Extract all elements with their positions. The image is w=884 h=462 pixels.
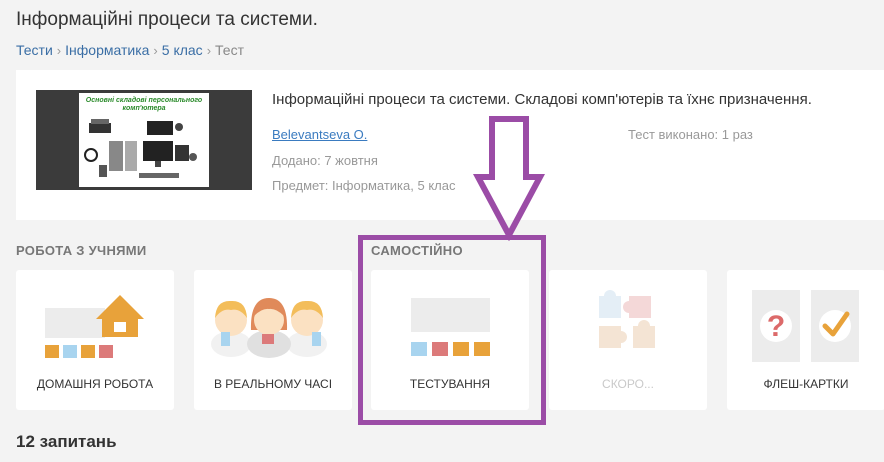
testing-highlight-frame bbox=[358, 235, 546, 425]
added-date: Додано: 7 жовтня bbox=[272, 153, 378, 168]
puzzle-icon bbox=[599, 290, 655, 348]
svg-text:?: ? bbox=[767, 310, 785, 343]
arrow-down-icon bbox=[472, 116, 546, 241]
students-icon bbox=[211, 298, 327, 358]
breadcrumb-separator: › bbox=[153, 42, 158, 58]
coming-soon-tile: СКОРО... bbox=[549, 270, 707, 410]
flashcards-icon: ? bbox=[752, 290, 859, 362]
breadcrumb: Тести › Інформатика › 5 клас › Тест bbox=[16, 42, 244, 58]
test-thumbnail[interactable]: Основні складові персонального комп'ютер… bbox=[36, 90, 252, 190]
flashcards-label: ФЛЕШ-КАРТКИ bbox=[763, 377, 849, 391]
breadcrumb-current: Тест bbox=[215, 42, 244, 58]
thumbnail-title: Основні складові персонального комп'ютер… bbox=[85, 97, 203, 112]
homework-label: ДОМАШНЯ РОБОТА bbox=[36, 377, 154, 391]
coming-soon-label: СКОРО... bbox=[602, 377, 654, 391]
test-title: Інформаційні процеси та системи. Складов… bbox=[272, 91, 812, 108]
breadcrumb-informatics[interactable]: Інформатика bbox=[65, 42, 149, 58]
test-info-card: Основні складові персонального комп'ютер… bbox=[16, 70, 884, 220]
questions-count: 12 запитань bbox=[16, 432, 117, 451]
realtime-label: В РЕАЛЬНОМУ ЧАСІ bbox=[213, 377, 333, 391]
breadcrumb-separator: › bbox=[56, 42, 62, 58]
breadcrumb-tests[interactable]: Тести bbox=[16, 42, 53, 58]
page-title: Інформаційні процеси та системи. bbox=[16, 9, 318, 30]
completed-count: Тест виконано: 1 раз bbox=[628, 127, 753, 142]
realtime-tile[interactable]: В РЕАЛЬНОМУ ЧАСІ bbox=[194, 270, 352, 410]
thumbnail-slide: Основні складові персонального комп'ютер… bbox=[79, 93, 209, 187]
flashcards-tile[interactable]: ? ФЛЕШ-КАРТКИ bbox=[727, 270, 884, 410]
subject-info: Предмет: Інформатика, 5 клас bbox=[272, 178, 456, 193]
breadcrumb-separator: › bbox=[206, 42, 212, 58]
homework-tile[interactable]: ДОМАШНЯ РОБОТА bbox=[16, 270, 174, 410]
author-link[interactable]: Belevantseva O. bbox=[272, 127, 367, 142]
house-icon bbox=[45, 295, 144, 358]
section-with-students: РОБОТА З УЧНЯМИ bbox=[16, 243, 147, 258]
breadcrumb-grade[interactable]: 5 клас bbox=[162, 42, 203, 58]
